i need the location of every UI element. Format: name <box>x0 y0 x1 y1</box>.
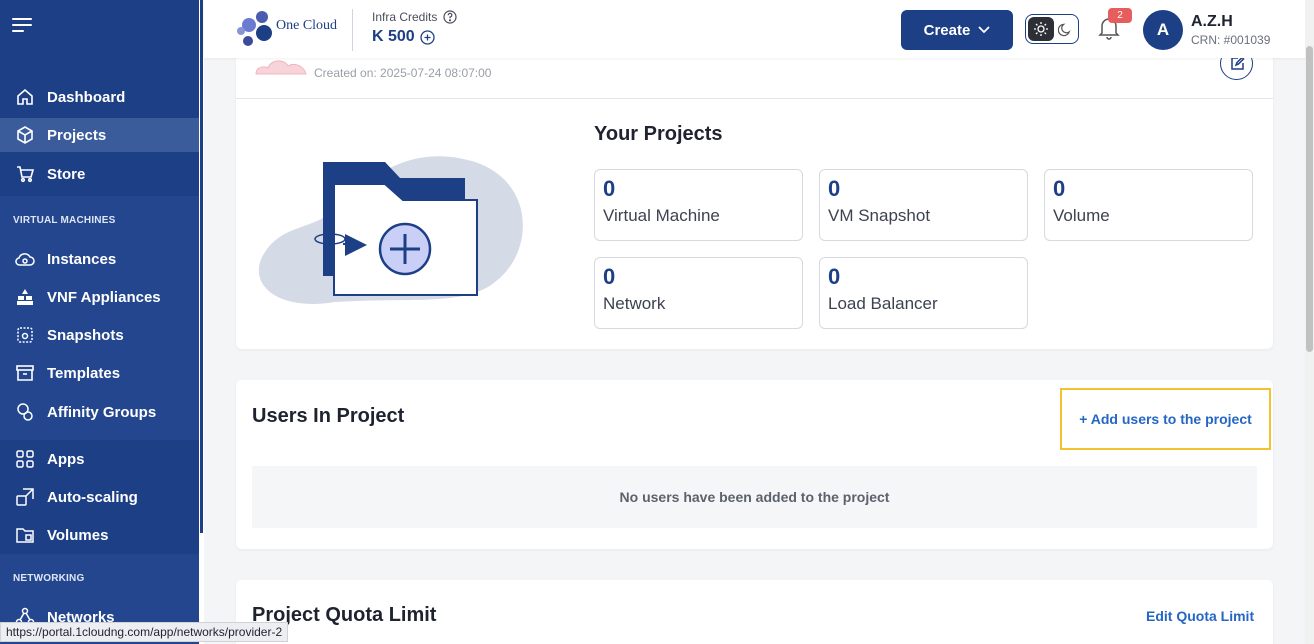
stat-value: 0 <box>603 176 616 201</box>
top-header: One Cloud Infra Credits K 500 Create 2 A… <box>204 0 1308 58</box>
sidebar-item-label: Projects <box>47 126 107 144</box>
logo-mark-icon <box>237 11 272 46</box>
menu-icon[interactable] <box>12 16 34 34</box>
stat-value: 0 <box>1053 176 1066 201</box>
camera-icon <box>14 324 36 346</box>
sidebar-item-dashboard[interactable]: Dashboard <box>0 80 199 114</box>
sidebar-item-label: Instances <box>47 250 117 268</box>
users-in-project-title: Users In Project <box>252 405 405 427</box>
page-scrollbar[interactable] <box>1305 0 1314 644</box>
sidebar-item-store[interactable]: Store <box>0 157 199 191</box>
moon-icon[interactable] <box>1054 17 1076 41</box>
cart-icon <box>14 163 36 185</box>
sidebar-item-apps[interactable]: Apps <box>0 442 199 476</box>
autoscale-icon <box>14 486 36 508</box>
volumes-icon <box>14 524 36 546</box>
sidebar-item-label: Store <box>47 165 86 183</box>
notification-badge: 2 <box>1108 8 1132 23</box>
add-folder-illustration <box>258 156 523 304</box>
sidebar-item-label: Auto-scaling <box>47 488 138 506</box>
stat-label: Load Balancer <box>828 294 938 313</box>
card-divider <box>236 98 1273 99</box>
stat-label: Network <box>603 294 666 313</box>
sidebar-item-label: Dashboard <box>47 88 126 106</box>
create-button[interactable]: Create <box>901 10 1013 50</box>
created-on-text: Created on: 2025-07-24 08:07:00 <box>314 66 492 80</box>
credits-label: Infra Credits <box>372 10 438 24</box>
header-divider <box>352 9 353 51</box>
logo[interactable]: One Cloud <box>236 9 337 49</box>
avatar[interactable]: A <box>1143 10 1183 50</box>
add-users-button[interactable]: + Add users to the project <box>1060 388 1271 450</box>
logo-text: One Cloud <box>276 18 338 33</box>
section-label-networking: NETWORKING <box>13 573 85 584</box>
help-icon[interactable] <box>443 10 457 24</box>
sidebar: Dashboard Projects Store VIRTUAL MACHINE… <box>0 0 199 644</box>
sidebar-item-snapshots[interactable]: Snapshots <box>0 318 199 352</box>
stat-label: Virtual Machine <box>603 206 720 225</box>
edit-quota-link[interactable]: Edit Quota Limit <box>1146 608 1254 624</box>
infra-credits: Infra Credits K 500 <box>372 10 457 46</box>
affinity-icon <box>14 401 36 423</box>
stat-value: 0 <box>828 176 841 201</box>
section-label-virtual-machines: VIRTUAL MACHINES <box>13 215 116 226</box>
stat-label: Volume <box>1053 206 1110 225</box>
sun-icon[interactable] <box>1028 17 1054 41</box>
cloud-icon <box>14 248 36 270</box>
stat-value: 0 <box>603 264 616 289</box>
create-button-label: Create <box>923 21 971 39</box>
cube-icon <box>14 124 36 146</box>
project-cloud-icon <box>255 60 307 75</box>
sidebar-scroll-edge <box>199 0 204 644</box>
user-crn: CRN: #001039 <box>1191 33 1271 47</box>
stat-virtual-machine[interactable]: 0 Virtual Machine <box>594 169 803 241</box>
template-icon <box>14 362 36 384</box>
appliance-icon <box>14 286 36 308</box>
add-credits-icon[interactable] <box>420 29 435 45</box>
sidebar-item-templates[interactable]: Templates <box>0 356 199 390</box>
sidebar-item-volumes[interactable]: Volumes <box>0 518 199 552</box>
sidebar-item-label: VNF Appliances <box>47 288 161 306</box>
home-icon <box>14 86 36 108</box>
stat-vm-snapshot[interactable]: 0 VM Snapshot <box>819 169 1028 241</box>
stat-volume[interactable]: 0 Volume <box>1044 169 1253 241</box>
sidebar-item-label: Apps <box>47 450 85 468</box>
sidebar-item-label: Snapshots <box>47 326 124 344</box>
sidebar-item-projects[interactable]: Projects <box>0 118 199 152</box>
stat-value: 0 <box>828 264 841 289</box>
stat-label: VM Snapshot <box>828 206 931 225</box>
stat-network[interactable]: 0 Network <box>594 257 803 329</box>
scrollbar-thumb[interactable] <box>1306 46 1313 352</box>
sidebar-item-vnf-appliances[interactable]: VNF Appliances <box>0 280 199 314</box>
your-projects-title: Your Projects <box>594 123 723 145</box>
apps-icon <box>14 448 36 470</box>
empty-users-message: No users have been added to the project <box>252 466 1257 528</box>
sidebar-item-instances[interactable]: Instances <box>0 242 199 276</box>
sidebar-item-auto-scaling[interactable]: Auto-scaling <box>0 480 199 514</box>
status-bar-url: https://portal.1cloudng.com/app/networks… <box>0 622 289 642</box>
stat-load-balancer[interactable]: 0 Load Balancer <box>819 257 1028 329</box>
sidebar-item-affinity-groups[interactable]: Affinity Groups <box>0 395 199 429</box>
theme-toggle[interactable] <box>1025 14 1079 44</box>
sidebar-item-label: Volumes <box>47 526 109 544</box>
user-name[interactable]: A.Z.H <box>1191 13 1233 31</box>
chevron-down-icon <box>978 26 990 34</box>
sidebar-item-label: Templates <box>47 364 121 382</box>
sidebar-item-label: Affinity Groups <box>47 403 157 421</box>
credits-value: K 500 <box>372 28 415 45</box>
